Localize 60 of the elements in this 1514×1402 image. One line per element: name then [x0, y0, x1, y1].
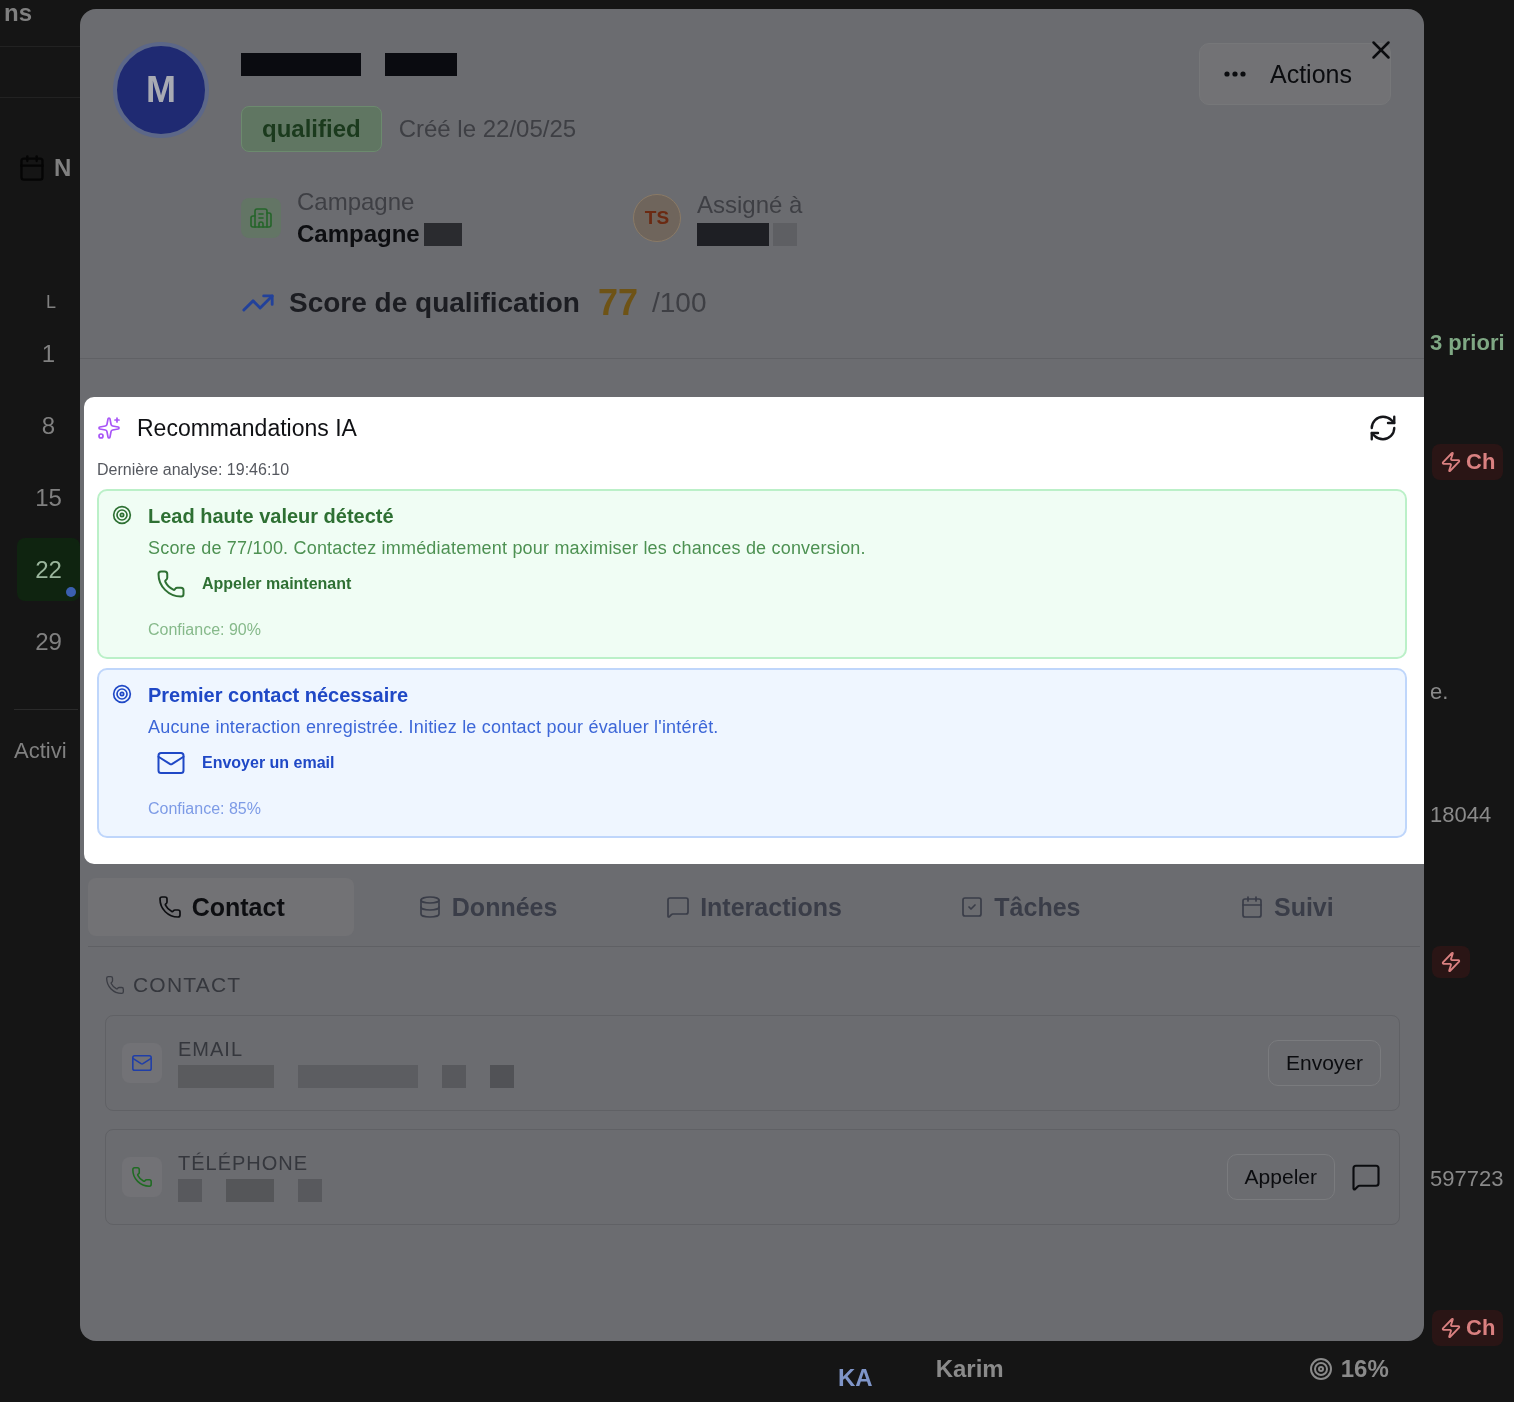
redacted-block — [423, 222, 462, 246]
message-icon — [666, 895, 691, 919]
lightning-icon — [1432, 946, 1470, 978]
redacted-block — [697, 222, 769, 246]
redacted-block — [385, 53, 457, 76]
score-text: 16% — [1340, 1355, 1389, 1383]
background-title: N — [54, 154, 72, 182]
mail-icon — [122, 1043, 162, 1083]
campaign-value: Campagne — [297, 220, 420, 248]
calendar-day[interactable]: 8 — [17, 394, 80, 457]
calendar-day[interactable]: 1 — [17, 322, 80, 385]
redacted-block — [490, 1065, 514, 1088]
recommendation-text: Aucune interaction enregistrée. Initiez le contact pour évaluer l'intérêt. — [148, 717, 719, 738]
phone-icon — [157, 895, 182, 919]
lead-name: Karim — [935, 1355, 1004, 1383]
actions-button[interactable]: Actions — [1199, 43, 1391, 105]
calendar-day[interactable]: 22 — [17, 538, 80, 601]
more-icon — [1224, 71, 1246, 77]
recommendation-title: Lead haute valeur détecté — [148, 505, 395, 528]
panel-title: Recommandations IA — [137, 414, 358, 442]
weekday-label: L — [46, 292, 56, 313]
assignee-avatar: TS — [633, 194, 681, 242]
confidence-text: Confiance: 85% — [148, 800, 262, 818]
target-icon — [1308, 1357, 1333, 1381]
background-text: Activi — [14, 709, 78, 764]
background-text: 597723 — [1430, 1166, 1504, 1191]
sparkles-icon — [97, 416, 121, 440]
score-value: 77 — [597, 282, 638, 324]
phone-icon — [122, 1157, 162, 1197]
background-text: e. — [1430, 679, 1449, 704]
calendar-day[interactable]: 29 — [17, 610, 80, 673]
send-button[interactable]: Envoyer — [1267, 1040, 1381, 1086]
background-text: 3 priori — [1430, 330, 1505, 355]
checkbox-icon — [960, 895, 985, 919]
message-icon[interactable] — [1351, 1162, 1381, 1192]
target-icon — [112, 684, 132, 704]
last-analysis: Dernière analyse: 19:46:10 — [97, 461, 291, 479]
phone-icon — [105, 975, 125, 995]
tab[interactable]: Contact — [88, 878, 355, 936]
avatar: M — [113, 42, 209, 138]
database-icon — [417, 895, 442, 919]
recommendation-action[interactable]: Appeler maintenant — [148, 569, 352, 599]
status-badge: qualified — [241, 106, 382, 152]
recommendation-title: Premier contact nécessaire — [148, 684, 410, 707]
building-icon — [241, 198, 281, 238]
background-badge: Ch — [1432, 1310, 1504, 1346]
background-title: ns — [4, 0, 32, 26]
phone-icon — [156, 569, 186, 599]
refresh-button[interactable] — [1368, 413, 1398, 443]
avatar: KA — [837, 1363, 874, 1393]
background-text: 18044 — [1430, 802, 1492, 827]
background-badge: Ch — [1432, 444, 1504, 480]
recommendation-text: Score de 77/100. Contactez immédiatement pour maximiser les chances de conversion. — [148, 538, 866, 559]
calendar-day[interactable]: 15 — [17, 466, 80, 529]
target-icon — [112, 505, 132, 525]
recommendation-action[interactable]: Envoyer un email — [148, 748, 335, 778]
calendar-icon — [1239, 895, 1264, 919]
score-label: Score de qualification — [289, 287, 580, 319]
confidence-text: Confiance: 90% — [148, 621, 262, 639]
call-button[interactable]: Appeler — [1226, 1154, 1335, 1200]
